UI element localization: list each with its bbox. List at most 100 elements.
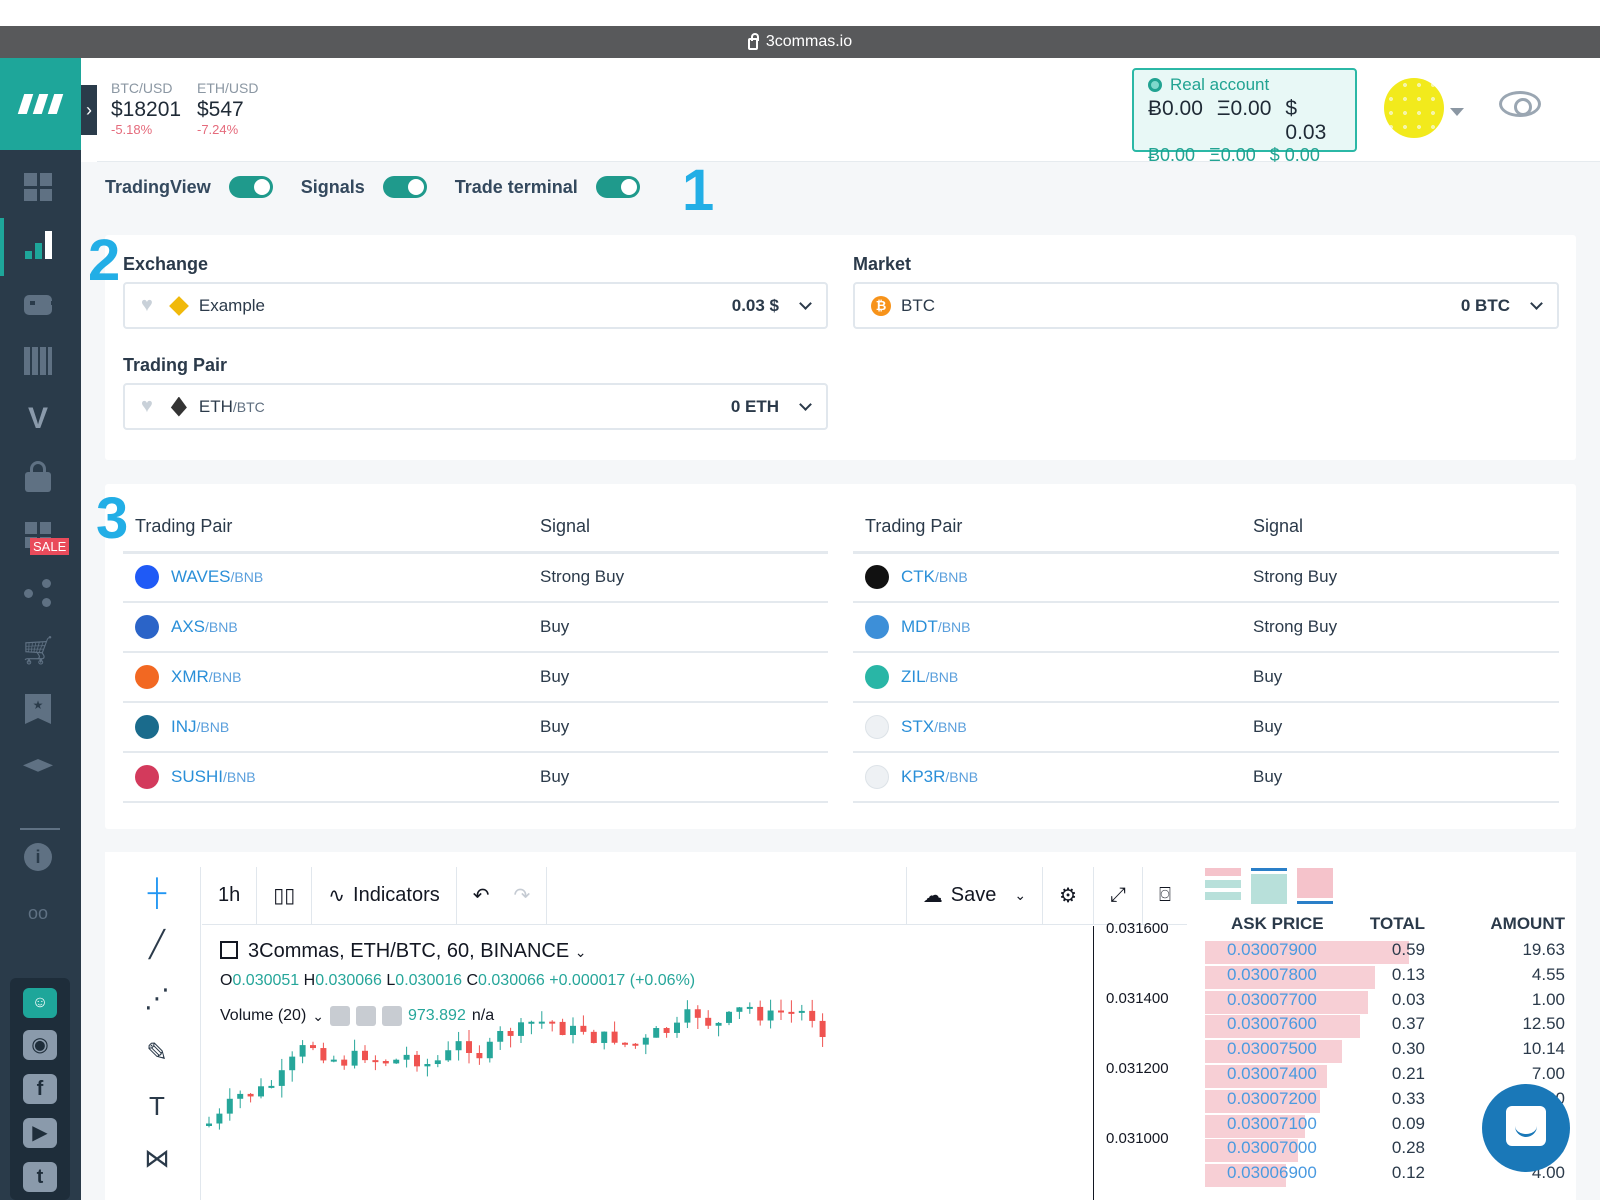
switch[interactable] [382,176,427,198]
star-bookmark-icon[interactable]: ★ [22,694,54,724]
ask-price[interactable]: 0.03007600 [1227,1014,1317,1034]
ask-price[interactable]: 0.03007200 [1227,1089,1317,1109]
brush-icon[interactable]: ✎ [135,1030,179,1074]
order-book-row[interactable]: 0.03007700 0.03 1.00 [1205,990,1575,1015]
lock-menu-icon[interactable] [22,461,54,492]
pair-base[interactable]: AXS [171,617,205,636]
ask-price[interactable]: 0.03007100 [1227,1114,1317,1134]
order-book-asks-icon[interactable] [1297,868,1333,904]
switch[interactable] [595,176,640,198]
toggle-tradingview[interactable]: TradingView [105,176,273,198]
ask-price[interactable]: 0.03007700 [1227,990,1317,1010]
toggle-signals[interactable]: Signals [301,176,427,198]
table-row[interactable]: INJ/BNB Buy [123,702,828,753]
eye-icon[interactable] [1499,91,1541,117]
redo-icon[interactable]: ↷ [514,883,531,908]
toggle-trade-terminal[interactable]: Trade terminal [455,176,640,198]
youtube-icon[interactable]: ▶ [23,1118,57,1148]
pair-base[interactable]: STX [901,717,934,736]
order-book-bids-icon[interactable] [1251,868,1287,904]
save-button[interactable]: ☁ Save ⌄ [905,866,1044,925]
pair-cell[interactable]: SUSHI/BNB [123,752,528,803]
cart-icon[interactable]: 🛒︎ [20,636,56,666]
market-select[interactable]: ₿ BTC 0 BTC [853,282,1559,329]
bot-icon[interactable] [22,290,56,320]
ask-price[interactable]: 0.03007800 [1227,965,1317,985]
table-row[interactable]: ZIL/BNB Buy [853,652,1559,703]
pair-cell[interactable]: ZIL/BNB [853,652,1241,703]
pair-base[interactable]: CTK [901,567,935,586]
chat-support-button[interactable] [1482,1084,1570,1172]
trade-terminal-icon[interactable] [22,230,54,260]
text-tool-icon[interactable]: T [135,1084,179,1128]
trend-line-icon[interactable]: ╱ [135,922,179,966]
table-row[interactable]: AXS/BNB Buy [123,602,828,653]
order-book-row[interactable]: 0.03007600 0.37 12.50 [1205,1014,1575,1039]
discord-icon[interactable]: ◉ [23,1030,57,1060]
facebook-icon[interactable]: f [23,1074,57,1104]
pair-cell[interactable]: STX/BNB [853,702,1241,753]
table-row[interactable]: MDT/BNB Strong Buy [853,602,1559,653]
interval-button[interactable]: 1h [202,866,258,925]
share-icon[interactable] [22,578,54,608]
pair-base[interactable]: XMR [171,667,209,686]
pair-cell[interactable]: INJ/BNB [123,702,528,753]
fib-tool-icon[interactable]: ⋰ [135,976,179,1020]
pair-cell[interactable]: CTK/BNB [853,552,1241,603]
table-row[interactable]: XMR/BNB Buy [123,652,828,703]
glasses-icon[interactable]: oo [22,898,54,928]
pair-cell[interactable]: MDT/BNB [853,602,1241,653]
sidebar-expand-button[interactable]: › [81,85,97,135]
table-row[interactable]: KP3R/BNB Buy [853,752,1559,803]
caret-down-icon[interactable] [1450,108,1464,116]
pair-cell[interactable]: XMR/BNB [123,652,528,703]
fullscreen-icon[interactable]: ⤢ [1094,866,1143,925]
ask-price[interactable]: 0.03007500 [1227,1039,1317,1059]
pair-cell[interactable]: KP3R/BNB [853,752,1241,803]
smart-trade-icon[interactable] [22,346,54,376]
camera-icon[interactable]: ⌼ [1143,867,1187,925]
ask-price[interactable]: 0.03007900 [1227,940,1317,960]
dashboard-icon[interactable] [22,172,54,202]
candle-type-icon[interactable]: ▯▯ [257,866,313,925]
table-row[interactable]: WAVES/BNB Strong Buy [123,552,828,603]
ask-price[interactable]: 0.03006900 [1227,1163,1317,1183]
crosshair-icon[interactable]: ┼ [135,870,179,914]
pair-base[interactable]: MDT [901,617,938,636]
avatar[interactable] [1384,78,1444,138]
indicators-button[interactable]: ∿ Indicators [312,866,457,925]
pair-base[interactable]: SUSHI [171,767,223,786]
undo-icon[interactable]: ↶ [473,883,490,908]
pair-base[interactable]: KP3R [901,767,945,786]
candlestick-chart[interactable] [202,926,1095,1200]
pair-cell[interactable]: WAVES/BNB [123,552,528,603]
switch[interactable] [228,176,273,198]
graduation-cap-icon[interactable] [22,752,54,782]
price-axis[interactable]: 0.031600 0.031400 0.031200 0.031000 [1093,920,1187,1200]
ask-price[interactable]: 0.03007400 [1227,1064,1317,1084]
info-icon[interactable]: i [22,842,54,872]
chevron-down-icon[interactable]: ⌄ [575,944,587,960]
settings-icon[interactable] [356,1006,376,1026]
pair-base[interactable]: ZIL [901,667,926,686]
twitter-icon[interactable]: t [23,1162,57,1192]
ask-price[interactable]: 0.03007000 [1227,1138,1317,1158]
order-book-both-icon[interactable] [1205,868,1241,904]
close-icon[interactable] [382,1006,402,1026]
order-book-row[interactable]: 0.03007500 0.30 10.14 [1205,1039,1575,1064]
browser-url-bar[interactable]: 3commas.io [0,26,1600,58]
heart-icon[interactable]: ♥ [141,294,153,317]
pair-base[interactable]: WAVES [171,567,231,586]
chevron-down-icon[interactable]: ⌄ [312,1008,324,1025]
support-bot-icon[interactable]: ☺ [23,988,57,1018]
table-row[interactable]: CTK/BNB Strong Buy [853,552,1559,603]
order-book-row[interactable]: 0.03007800 0.13 4.55 [1205,965,1575,990]
v-icon[interactable]: V [22,404,54,434]
pair-cell[interactable]: AXS/BNB [123,602,528,653]
3commas-logo[interactable] [0,58,81,150]
pair-base[interactable]: INJ [171,717,197,736]
pattern-tool-icon[interactable]: ⋈ [135,1136,179,1180]
account-switcher[interactable]: Real account Ƀ0.00 Ξ0.00 $ 0.03 Ƀ0.00 Ξ0.00… [1132,68,1357,165]
order-book-row[interactable]: 0.03007900 0.59 19.63 [1205,940,1575,965]
eye-toggle-icon[interactable] [330,1006,350,1026]
